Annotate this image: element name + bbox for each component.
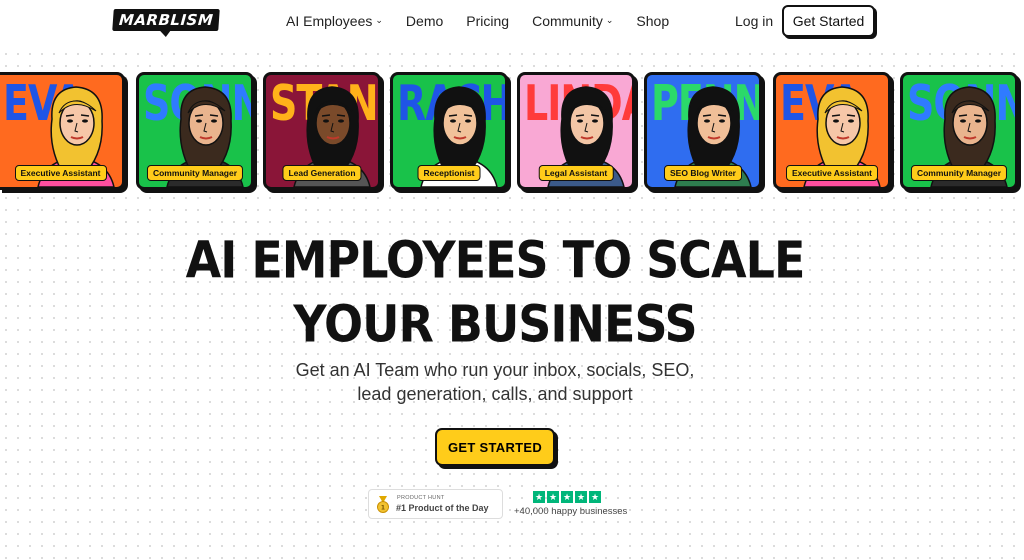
star-icon: ★ [589,491,601,503]
top-navigation: MARBLISM AI Employees ⌄ Demo Pricing Com… [0,0,1024,44]
medal-icon: 1 [377,496,389,513]
nav-item-label: Pricing [466,13,510,29]
subtitle-line-1: Get an AI Team who run your inbox, socia… [295,360,695,380]
product-hunt-label: PRODUCT HUNT [397,495,445,501]
get-started-button[interactable]: Get Started [782,5,875,37]
star-icon: ★ [547,491,559,503]
marblism-logo[interactable]: MARBLISM [112,9,221,31]
employee-card[interactable]: EVAExecutive Assistant [0,72,125,190]
star-icon: ★ [533,491,545,503]
hero-headline: AI EMPLOYEES TO SCALE YOUR BUSINESS [0,228,990,356]
nav-item-label: AI Employees [286,13,373,29]
employee-card[interactable]: RACHELReceptionist [390,72,508,190]
hero-subtitle: Get an AI Team who run your inbox, socia… [0,358,990,406]
hero-get-started-button[interactable]: GET STARTED [435,428,555,466]
employee-role-badge: Receptionist [417,165,481,181]
subtitle-line-2: lead generation, calls, and support [357,384,633,404]
nav-item-demo[interactable]: Demo [406,13,443,29]
happy-businesses-text: +40,000 happy businesses [514,506,628,517]
headline-line-1: AI EMPLOYEES TO SCALE [185,230,806,290]
chevron-down-icon: ⌄ [605,14,614,25]
svg-text:1: 1 [381,505,385,512]
headline-line-2: YOUR BUSINESS [293,294,697,354]
employee-role-badge: Lead Generation [282,165,362,181]
employee-role-badge: Community Manager [146,165,244,181]
star-icon: ★ [561,491,573,503]
employee-card[interactable]: EVAExecutive Assistant [773,72,891,190]
nav-item-shop[interactable]: Shop [636,13,669,29]
employee-card[interactable]: SONNYCommunity Manager [136,72,254,190]
product-hunt-badge[interactable]: 1 PRODUCT HUNT #1 Product of the Day [368,489,503,519]
nav-item-pricing[interactable]: Pricing [466,13,509,29]
product-of-day-label: #1 Product of the Day [396,503,489,513]
nav-item-label: Demo [405,13,444,29]
employee-carousel: EVAExecutive AssistantSONNYCommunity Man… [0,72,1024,192]
employee-card[interactable]: LINDALegal Assistant [517,72,635,190]
star-icon: ★ [575,491,587,503]
employee-card[interactable]: PENNYSEO Blog Writer [644,72,762,190]
nav-item-community[interactable]: Community ⌄ [532,13,613,29]
login-link[interactable]: Log in [735,13,773,29]
employee-card[interactable]: SONNYCommunity Manager [900,72,1018,190]
chevron-down-icon: ⌄ [375,14,383,25]
trustpilot-stars: ★ ★ ★ ★ ★ [533,491,601,503]
nav-item-label: Shop [636,13,670,29]
employee-role-badge: Executive Assistant [786,165,878,181]
employee-card[interactable]: STANLead Generation [263,72,381,190]
employee-role-badge: Community Manager [910,165,1008,181]
nav-item-label: Community [532,13,603,29]
nav-links: AI Employees ⌄ Demo Pricing Community ⌄ … [286,13,692,29]
employee-role-badge: Legal Assistant [538,165,614,181]
employee-role-badge: Executive Assistant [14,165,107,181]
nav-item-ai-employees[interactable]: AI Employees ⌄ [286,13,383,29]
employee-role-badge: SEO Blog Writer [664,165,742,181]
